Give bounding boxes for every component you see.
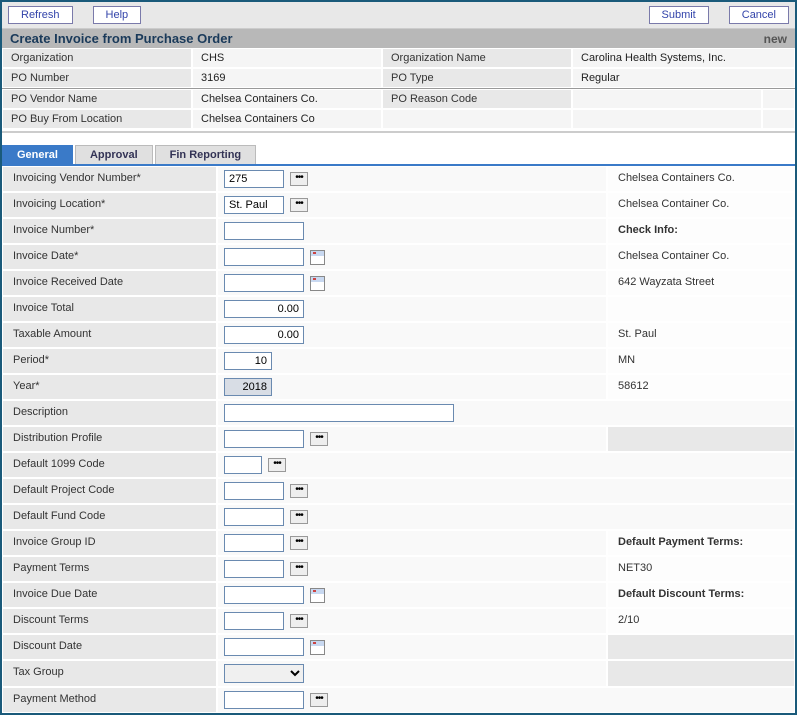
disc-date-label: Discount Date (2, 634, 217, 660)
default-payment-terms-heading: Default Payment Terms: (607, 530, 795, 556)
tax-grp-select[interactable] (224, 664, 304, 683)
inv-due-calendar-icon[interactable] (310, 588, 325, 603)
org-value: CHS (192, 48, 382, 68)
def-1099-lookup-icon[interactable]: ••• (268, 458, 286, 472)
pay-terms-input[interactable] (224, 560, 284, 578)
year-input[interactable] (224, 378, 272, 396)
po-reason-label: PO Reason Code (382, 89, 572, 109)
period-label: Period* (2, 348, 217, 374)
check-info-street: 642 Wayzata Street (607, 270, 795, 296)
po-number-label: PO Number (2, 68, 192, 88)
inv-loc-side: Chelsea Container Co. (607, 192, 795, 218)
po-buyfrom-value: Chelsea Containers Co (192, 109, 382, 129)
form-area: Invoicing Vendor Number* ••• Chelsea Con… (2, 166, 795, 713)
inv-total-input[interactable] (224, 300, 304, 318)
inv-vendor-num-lookup-icon[interactable]: ••• (290, 172, 308, 186)
inv-grp-input[interactable] (224, 534, 284, 552)
po-type-value: Regular (572, 68, 795, 88)
cancel-button[interactable]: Cancel (729, 6, 789, 24)
inv-loc-lookup-icon[interactable]: ••• (290, 198, 308, 212)
inv-recv-calendar-icon[interactable] (310, 276, 325, 291)
def-proj-input[interactable] (224, 482, 284, 500)
record-status: new (764, 32, 787, 46)
inv-vendor-num-side: Chelsea Containers Co. (607, 166, 795, 192)
po-number-value: 3169 (192, 68, 382, 88)
po-type-label: PO Type (382, 68, 572, 88)
pay-method-lookup-icon[interactable]: ••• (310, 693, 328, 707)
po-info-grid: Organization CHS Organization Name Carol… (2, 48, 795, 89)
default-discount-terms-heading: Default Discount Terms: (607, 582, 795, 608)
dist-prof-input[interactable] (224, 430, 304, 448)
inv-grp-label: Invoice Group ID (2, 530, 217, 556)
pay-terms-lookup-icon[interactable]: ••• (290, 562, 308, 576)
default-discount-terms-value: 2/10 (607, 608, 795, 634)
org-label: Organization (2, 48, 192, 68)
org-name-label: Organization Name (382, 48, 572, 68)
inv-vendor-num-label: Invoicing Vendor Number* (2, 166, 217, 192)
tab-fin-reporting[interactable]: Fin Reporting (155, 145, 257, 164)
page-header: Create Invoice from Purchase Order new (2, 29, 795, 48)
desc-label: Description (2, 400, 217, 426)
pay-method-input[interactable] (224, 691, 304, 709)
submit-button[interactable]: Submit (649, 6, 709, 24)
def-1099-input[interactable] (224, 456, 262, 474)
inv-loc-label: Invoicing Location* (2, 192, 217, 218)
def-proj-label: Default Project Code (2, 478, 217, 504)
def-fund-label: Default Fund Code (2, 504, 217, 530)
disc-terms-lookup-icon[interactable]: ••• (290, 614, 308, 628)
inv-vendor-num-input[interactable] (224, 170, 284, 188)
dist-prof-lookup-icon[interactable]: ••• (310, 432, 328, 446)
check-info-heading: Check Info: (607, 218, 795, 244)
inv-grp-lookup-icon[interactable]: ••• (290, 536, 308, 550)
po-reason-value (572, 89, 762, 109)
disc-date-calendar-icon[interactable] (310, 640, 325, 655)
inv-date-label: Invoice Date* (2, 244, 217, 270)
page-title: Create Invoice from Purchase Order (10, 31, 233, 46)
inv-recv-label: Invoice Received Date (2, 270, 217, 296)
inv-due-input[interactable] (224, 586, 304, 604)
po-vendor-label: PO Vendor Name (2, 89, 192, 109)
check-info-zip: 58612 (607, 374, 795, 400)
default-payment-terms-value: NET30 (607, 556, 795, 582)
check-info-city: St. Paul (607, 322, 795, 348)
disc-terms-input[interactable] (224, 612, 284, 630)
inv-total-label: Invoice Total (2, 296, 217, 322)
check-info-state: MN (607, 348, 795, 374)
period-input[interactable] (224, 352, 272, 370)
refresh-button[interactable]: Refresh (8, 6, 73, 24)
check-info-name: Chelsea Container Co. (607, 244, 795, 270)
inv-date-input[interactable] (224, 248, 304, 266)
inv-num-input[interactable] (224, 222, 304, 240)
inv-date-calendar-icon[interactable] (310, 250, 325, 265)
pay-terms-label: Payment Terms (2, 556, 217, 582)
def-proj-lookup-icon[interactable]: ••• (290, 484, 308, 498)
pay-method-label: Payment Method (2, 687, 217, 713)
dist-prof-label: Distribution Profile (2, 426, 217, 452)
po-info-grid-2: PO Vendor Name Chelsea Containers Co. PO… (2, 89, 795, 129)
tax-amt-label: Taxable Amount (2, 322, 217, 348)
disc-date-input[interactable] (224, 638, 304, 656)
year-label: Year* (2, 374, 217, 400)
def-fund-input[interactable] (224, 508, 284, 526)
tax-amt-input[interactable] (224, 326, 304, 344)
inv-loc-input[interactable] (224, 196, 284, 214)
tab-approval[interactable]: Approval (75, 145, 153, 164)
tax-grp-label: Tax Group (2, 660, 217, 687)
tab-general[interactable]: General (2, 145, 73, 164)
help-button[interactable]: Help (93, 6, 142, 24)
def-1099-label: Default 1099 Code (2, 452, 217, 478)
inv-due-label: Invoice Due Date (2, 582, 217, 608)
desc-input[interactable] (224, 404, 454, 422)
po-buyfrom-label: PO Buy From Location (2, 109, 192, 129)
toolbar: Refresh Help Submit Cancel (2, 2, 795, 29)
tabs: General Approval Fin Reporting (2, 145, 795, 166)
org-name-value: Carolina Health Systems, Inc. (572, 48, 795, 68)
inv-num-label: Invoice Number* (2, 218, 217, 244)
inv-recv-input[interactable] (224, 274, 304, 292)
po-vendor-value: Chelsea Containers Co. (192, 89, 382, 109)
def-fund-lookup-icon[interactable]: ••• (290, 510, 308, 524)
check-info-blank (607, 296, 795, 322)
disc-terms-label: Discount Terms (2, 608, 217, 634)
